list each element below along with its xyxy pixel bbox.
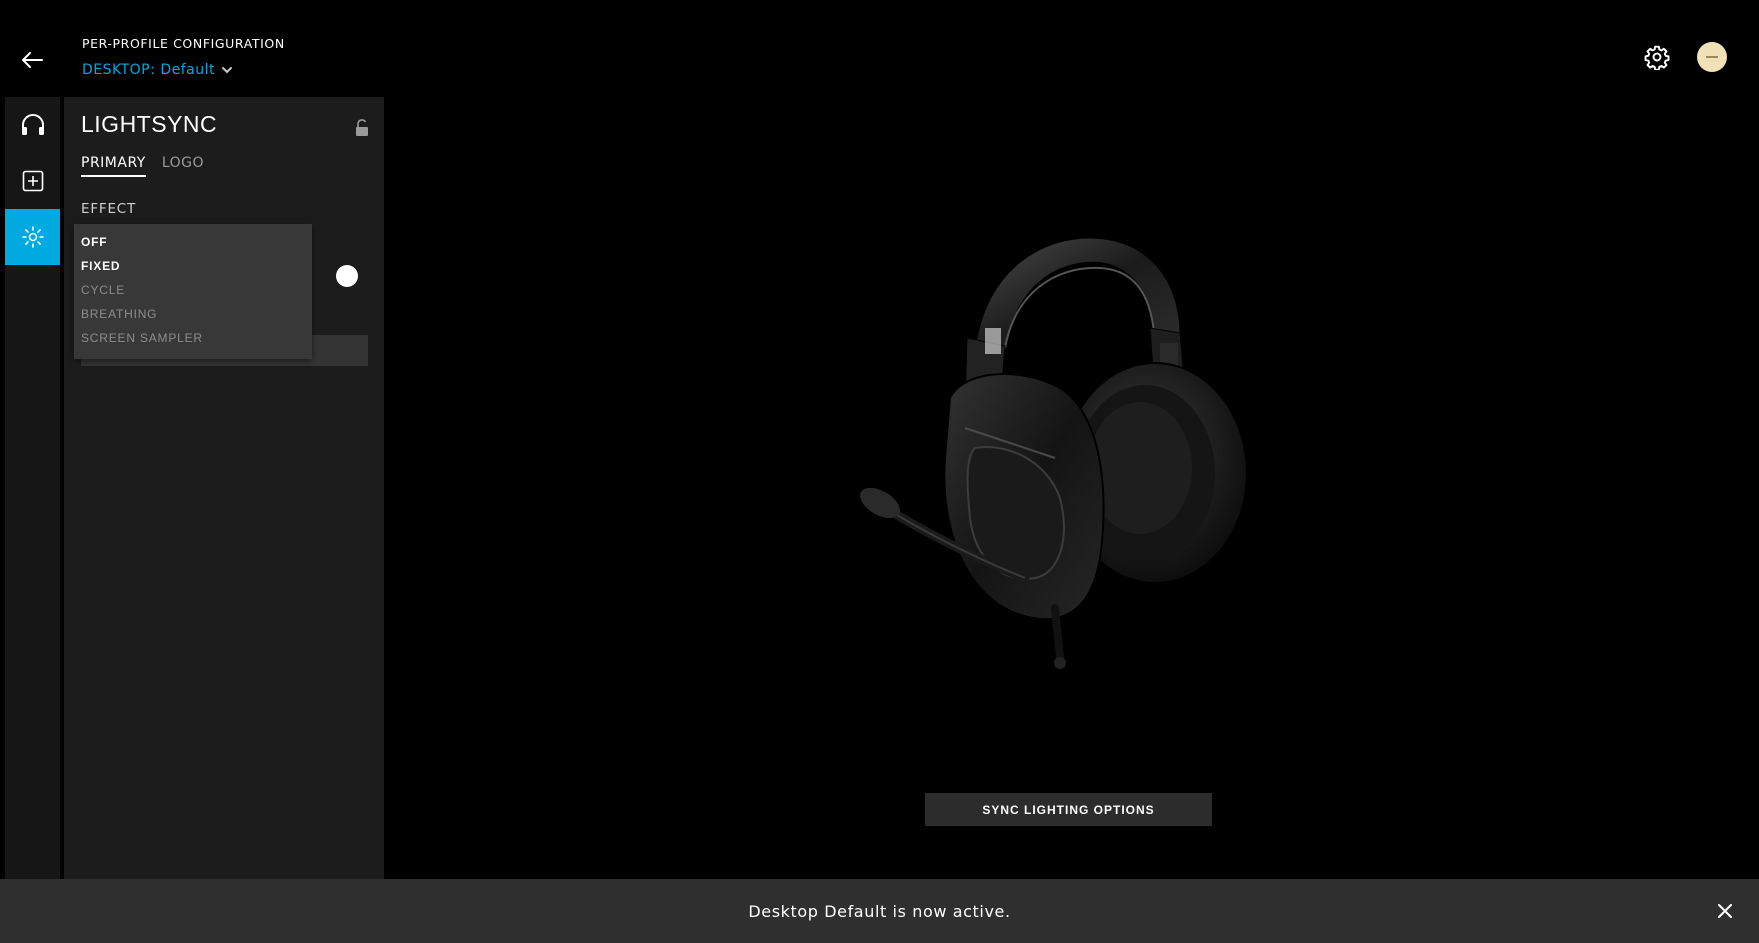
panel-title: LIGHTSYNC — [81, 111, 218, 137]
page-title: PER-PROFILE CONFIGURATION — [82, 36, 285, 51]
settings-button[interactable] — [1640, 40, 1674, 74]
back-button[interactable] — [14, 44, 50, 76]
unlock-icon — [356, 119, 368, 136]
effect-option-screen-sampler[interactable]: SCREEN SAMPLER — [74, 326, 312, 350]
color-swatch[interactable] — [336, 265, 358, 287]
notification-close-button[interactable] — [1715, 901, 1735, 921]
profile-prefix: DESKTOP: — [82, 62, 156, 78]
chevron-down-icon — [222, 67, 232, 74]
lightsync-panel: LIGHTSYNC PRIMARY LOGO EFFECT OFF FIXED … — [64, 97, 384, 879]
avatar[interactable] — [1697, 42, 1727, 72]
effect-option-cycle[interactable]: CYCLE — [74, 278, 312, 302]
tab-logo[interactable]: LOGO — [162, 155, 204, 177]
sync-lighting-button[interactable]: SYNC LIGHTING OPTIONS — [925, 793, 1212, 826]
headset-image — [855, 228, 1275, 708]
nav-headset[interactable] — [5, 97, 60, 153]
effect-option-off[interactable]: OFF — [74, 230, 312, 254]
notification-bar: Desktop Default is now active. — [0, 879, 1759, 943]
gear-icon — [1644, 45, 1670, 70]
back-arrow-icon — [22, 52, 43, 68]
lightsync-icon — [21, 226, 44, 248]
ghub-window: PER-PROFILE CONFIGURATION DESKTOP: Defau… — [0, 0, 1759, 943]
profile-name: Default — [160, 62, 215, 78]
headset-icon — [21, 114, 44, 135]
tab-primary[interactable]: PRIMARY — [81, 155, 146, 177]
side-nav — [5, 97, 60, 879]
profile-selector[interactable]: DESKTOP: Default — [82, 62, 234, 78]
unlock-button[interactable] — [354, 119, 370, 137]
effect-dropdown-menu: OFF FIXED CYCLE BREATHING SCREEN SAMPLER — [74, 224, 312, 359]
add-box-icon — [22, 170, 43, 192]
zone-tabs: PRIMARY LOGO — [81, 155, 204, 177]
close-icon — [1718, 904, 1732, 918]
effect-option-breathing[interactable]: BREATHING — [74, 302, 312, 326]
effect-option-fixed[interactable]: FIXED — [74, 254, 312, 278]
effect-label: EFFECT — [81, 201, 137, 217]
notification-message: Desktop Default is now active. — [748, 901, 1011, 921]
avatar-logo-icon — [1706, 56, 1718, 58]
nav-lightsync[interactable] — [5, 209, 60, 265]
nav-assignments[interactable] — [5, 153, 60, 209]
